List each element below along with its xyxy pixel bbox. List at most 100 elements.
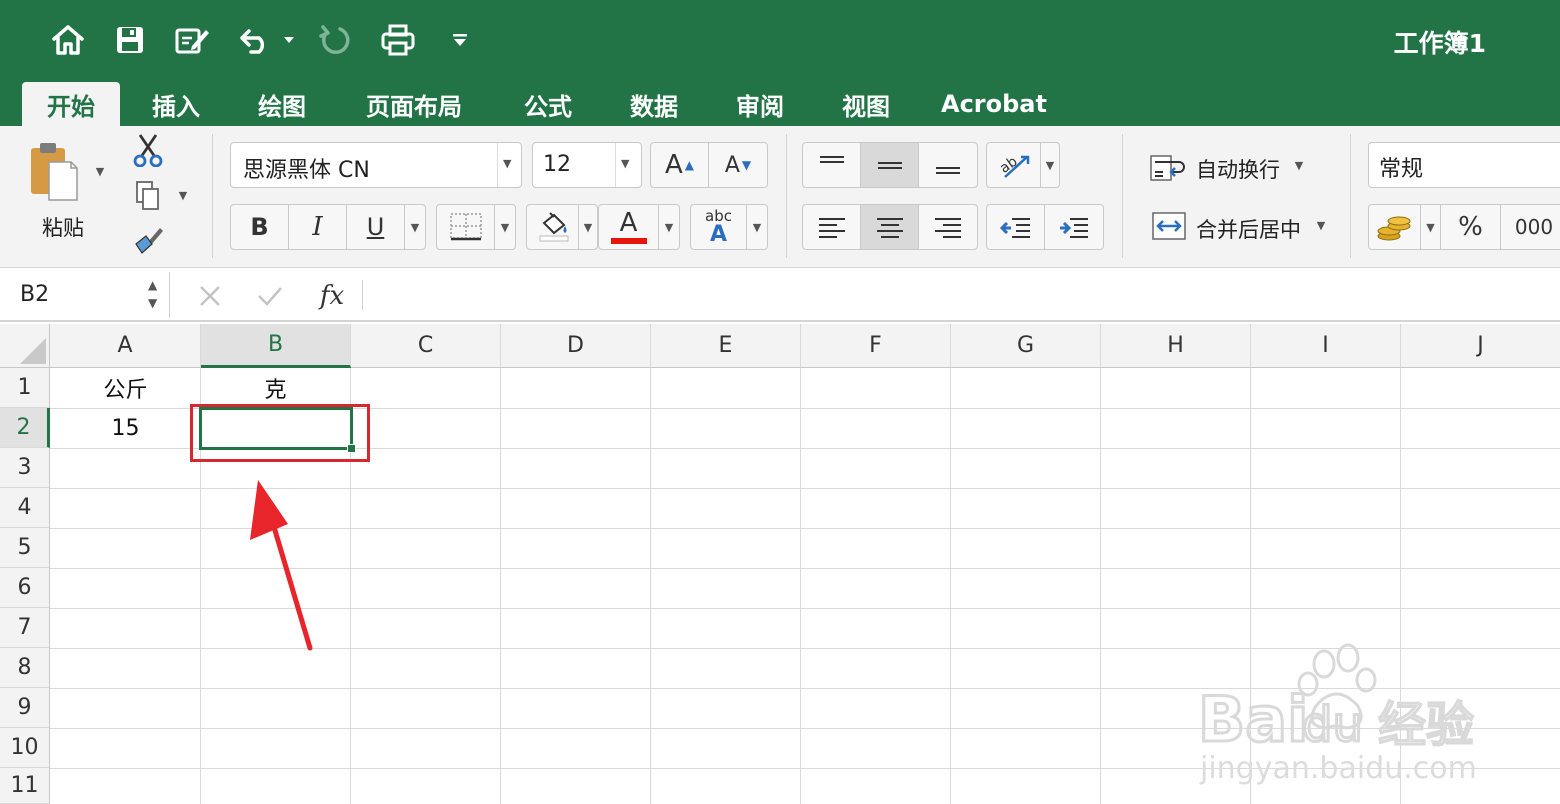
font-size-dropdown-icon[interactable]: ▼ (621, 157, 629, 170)
tab-formulas[interactable]: 公式 (506, 82, 590, 126)
merge-center-icon[interactable] (1146, 206, 1192, 246)
phonetic-dropdown-icon[interactable]: ▼ (747, 205, 767, 249)
align-bottom-icon[interactable] (919, 143, 977, 187)
column-header-j[interactable]: J (1401, 324, 1560, 368)
align-middle-icon[interactable] (861, 143, 919, 187)
wrap-text-label[interactable]: 自动换行 (1196, 154, 1280, 184)
fill-color-dropdown-icon[interactable]: ▼ (579, 205, 597, 249)
tab-acrobat[interactable]: Acrobat (934, 82, 1054, 126)
cell-a2[interactable]: 15 (51, 408, 200, 448)
confirm-entry-icon[interactable] (252, 278, 288, 314)
select-all-button[interactable] (0, 324, 50, 368)
paste-dropdown-icon[interactable]: ▼ (92, 164, 108, 178)
column-header-a[interactable]: A (50, 324, 201, 368)
cancel-entry-icon[interactable] (192, 278, 228, 314)
font-size-adjust-group: A ▲ A ▼ (650, 142, 768, 188)
text-orientation-icon[interactable]: ab (987, 143, 1041, 187)
borders-icon[interactable] (437, 205, 495, 249)
tab-review[interactable]: 审阅 (718, 82, 802, 126)
column-header-h[interactable]: H (1101, 324, 1251, 368)
row-header-8[interactable]: 8 (0, 648, 50, 688)
row-header-6[interactable]: 6 (0, 568, 50, 608)
comma-style-button[interactable]: 000 (1501, 205, 1560, 249)
number-format-select[interactable]: 常规 (1368, 142, 1560, 188)
horizontal-align-group (802, 204, 978, 250)
accounting-dropdown-icon[interactable]: ▼ (1421, 205, 1441, 249)
merge-center-label[interactable]: 合并后居中 (1196, 214, 1301, 244)
font-name-value: 思源黑体 CN (243, 158, 370, 183)
column-header-d[interactable]: D (501, 324, 651, 368)
font-name-select[interactable]: 思源黑体 CN ▼ (230, 142, 522, 188)
tab-draw[interactable]: 绘图 (240, 82, 324, 126)
column-header-e[interactable]: E (651, 324, 801, 368)
tab-page-layout[interactable]: 页面布局 (350, 82, 478, 126)
row-header-1[interactable]: 1 (0, 368, 50, 408)
phonetic-guide-button[interactable]: abc A (691, 205, 747, 249)
row-header-10[interactable]: 10 (0, 728, 50, 768)
cell-b1[interactable]: 克 (201, 368, 350, 408)
svg-text:jingyan.baidu.com: jingyan.baidu.com (1199, 751, 1477, 786)
font-color-dropdown-icon[interactable]: ▼ (659, 205, 679, 249)
row-header-9[interactable]: 9 (0, 688, 50, 728)
copy-dropdown-icon[interactable]: ▼ (175, 188, 191, 202)
print-icon[interactable] (378, 20, 418, 60)
orientation-dropdown-icon[interactable]: ▼ (1041, 143, 1059, 187)
format-painter-icon[interactable] (130, 222, 166, 258)
row-header-2[interactable]: 2 (0, 408, 50, 448)
decrease-font-size-button[interactable]: A ▼ (709, 143, 767, 187)
home-icon[interactable] (46, 20, 90, 60)
wrap-text-dropdown-icon[interactable]: ▼ (1290, 158, 1308, 172)
increase-font-size-button[interactable]: A ▲ (651, 143, 709, 187)
name-box[interactable]: B2 ▲ ▼ (2, 272, 170, 318)
name-box-up-icon[interactable]: ▲ (148, 278, 157, 292)
percent-button[interactable]: % (1441, 205, 1501, 249)
save-icon[interactable] (110, 20, 150, 60)
undo-icon[interactable] (236, 20, 276, 60)
formula-input[interactable] (372, 276, 1552, 316)
align-center-icon[interactable] (861, 205, 919, 249)
column-header-b[interactable]: B (201, 324, 351, 368)
undo-dropdown-icon[interactable] (280, 20, 298, 60)
tab-home[interactable]: 开始 (22, 82, 120, 126)
merge-center-dropdown-icon[interactable]: ▼ (1312, 218, 1330, 232)
font-color-button[interactable]: A (599, 205, 659, 249)
italic-button[interactable]: I (289, 205, 347, 249)
column-header-f[interactable]: F (801, 324, 951, 368)
align-top-icon[interactable] (803, 143, 861, 187)
up-triangle-icon: ▲ (684, 158, 695, 172)
row-header-3[interactable]: 3 (0, 448, 50, 488)
row-header-5[interactable]: 5 (0, 528, 50, 568)
font-name-dropdown-icon[interactable]: ▼ (503, 157, 511, 170)
fill-color-icon[interactable] (527, 205, 579, 249)
align-right-icon[interactable] (919, 205, 977, 249)
underline-button[interactable]: U (347, 205, 405, 249)
column-header-i[interactable]: I (1251, 324, 1401, 368)
edit-document-icon[interactable] (170, 20, 214, 60)
customize-icon[interactable] (446, 20, 474, 60)
align-left-icon[interactable] (803, 205, 861, 249)
accounting-format-icon[interactable] (1369, 205, 1421, 249)
column-header-g[interactable]: G (951, 324, 1101, 368)
column-header-c[interactable]: C (351, 324, 501, 368)
increase-indent-icon[interactable] (1045, 205, 1103, 249)
paste-label[interactable]: 粘贴 (42, 212, 84, 242)
decrease-indent-icon[interactable] (987, 205, 1045, 249)
wrap-text-icon[interactable] (1146, 148, 1192, 188)
tab-data[interactable]: 数据 (612, 82, 696, 126)
underline-dropdown-icon[interactable]: ▼ (405, 205, 425, 249)
paste-icon[interactable] (24, 138, 82, 204)
gridline (500, 368, 501, 804)
copy-icon[interactable] (130, 178, 166, 214)
bold-button[interactable]: B (231, 205, 289, 249)
row-header-11[interactable]: 11 (0, 768, 50, 804)
row-header-7[interactable]: 7 (0, 608, 50, 648)
cut-icon[interactable] (130, 132, 166, 168)
tab-view[interactable]: 视图 (824, 82, 908, 126)
tab-insert[interactable]: 插入 (134, 82, 218, 126)
cell-a1[interactable]: 公斤 (51, 368, 200, 408)
insert-function-button[interactable]: fx (312, 276, 352, 316)
borders-dropdown-icon[interactable]: ▼ (495, 205, 515, 249)
name-box-down-icon[interactable]: ▼ (148, 296, 157, 310)
font-size-select[interactable]: 12 ▼ (532, 142, 642, 188)
row-header-4[interactable]: 4 (0, 488, 50, 528)
